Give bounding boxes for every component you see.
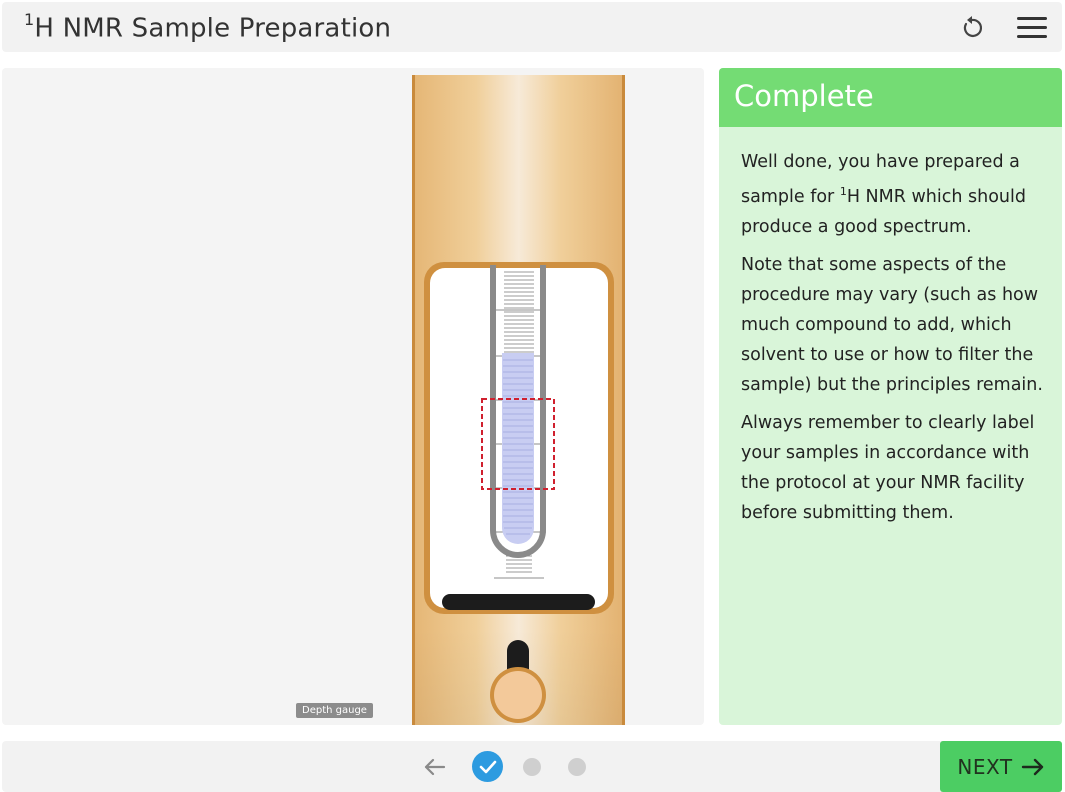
step-1-indicator[interactable]: [472, 751, 503, 782]
info-panel: Complete Well done, you have prepared a …: [719, 68, 1062, 725]
title-text: H NMR Sample Preparation: [34, 13, 392, 44]
simulation-area: Depth gauge: [2, 68, 704, 725]
step-2-indicator[interactable]: [523, 758, 541, 776]
reset-button[interactable]: [954, 10, 990, 46]
arrow-left-icon: [424, 758, 446, 776]
next-label: NEXT: [957, 754, 1013, 779]
depth-gauge-label: Depth gauge: [296, 703, 373, 718]
panel-body: Well done, you have prepared a sample fo…: [719, 127, 1062, 528]
paragraph-3: Always remember to clearly label your sa…: [741, 412, 1035, 523]
next-button[interactable]: NEXT: [940, 741, 1062, 792]
back-button[interactable]: [422, 755, 448, 779]
header-bar: 1H NMR Sample Preparation: [2, 2, 1062, 52]
step-3-indicator[interactable]: [568, 758, 586, 776]
title-superscript: 1: [24, 10, 35, 29]
arrow-right-icon: [1021, 758, 1043, 775]
panel-heading: Complete: [719, 68, 1062, 127]
depth-gauge-illustration[interactable]: [2, 68, 704, 725]
p1-superscript: 1: [839, 185, 847, 198]
gauge-base-bar: [442, 594, 595, 610]
paragraph-1: Well done, you have prepared a sample fo…: [741, 147, 1050, 242]
paragraph-2: Note that some aspects of the procedure …: [741, 254, 1043, 395]
check-icon: [479, 760, 496, 773]
footer-bar: NEXT: [2, 741, 1062, 792]
reset-icon: [963, 16, 983, 37]
hamburger-menu-icon: [1017, 17, 1047, 38]
page-title: 1H NMR Sample Preparation: [24, 10, 392, 44]
menu-button[interactable]: [1014, 10, 1050, 46]
